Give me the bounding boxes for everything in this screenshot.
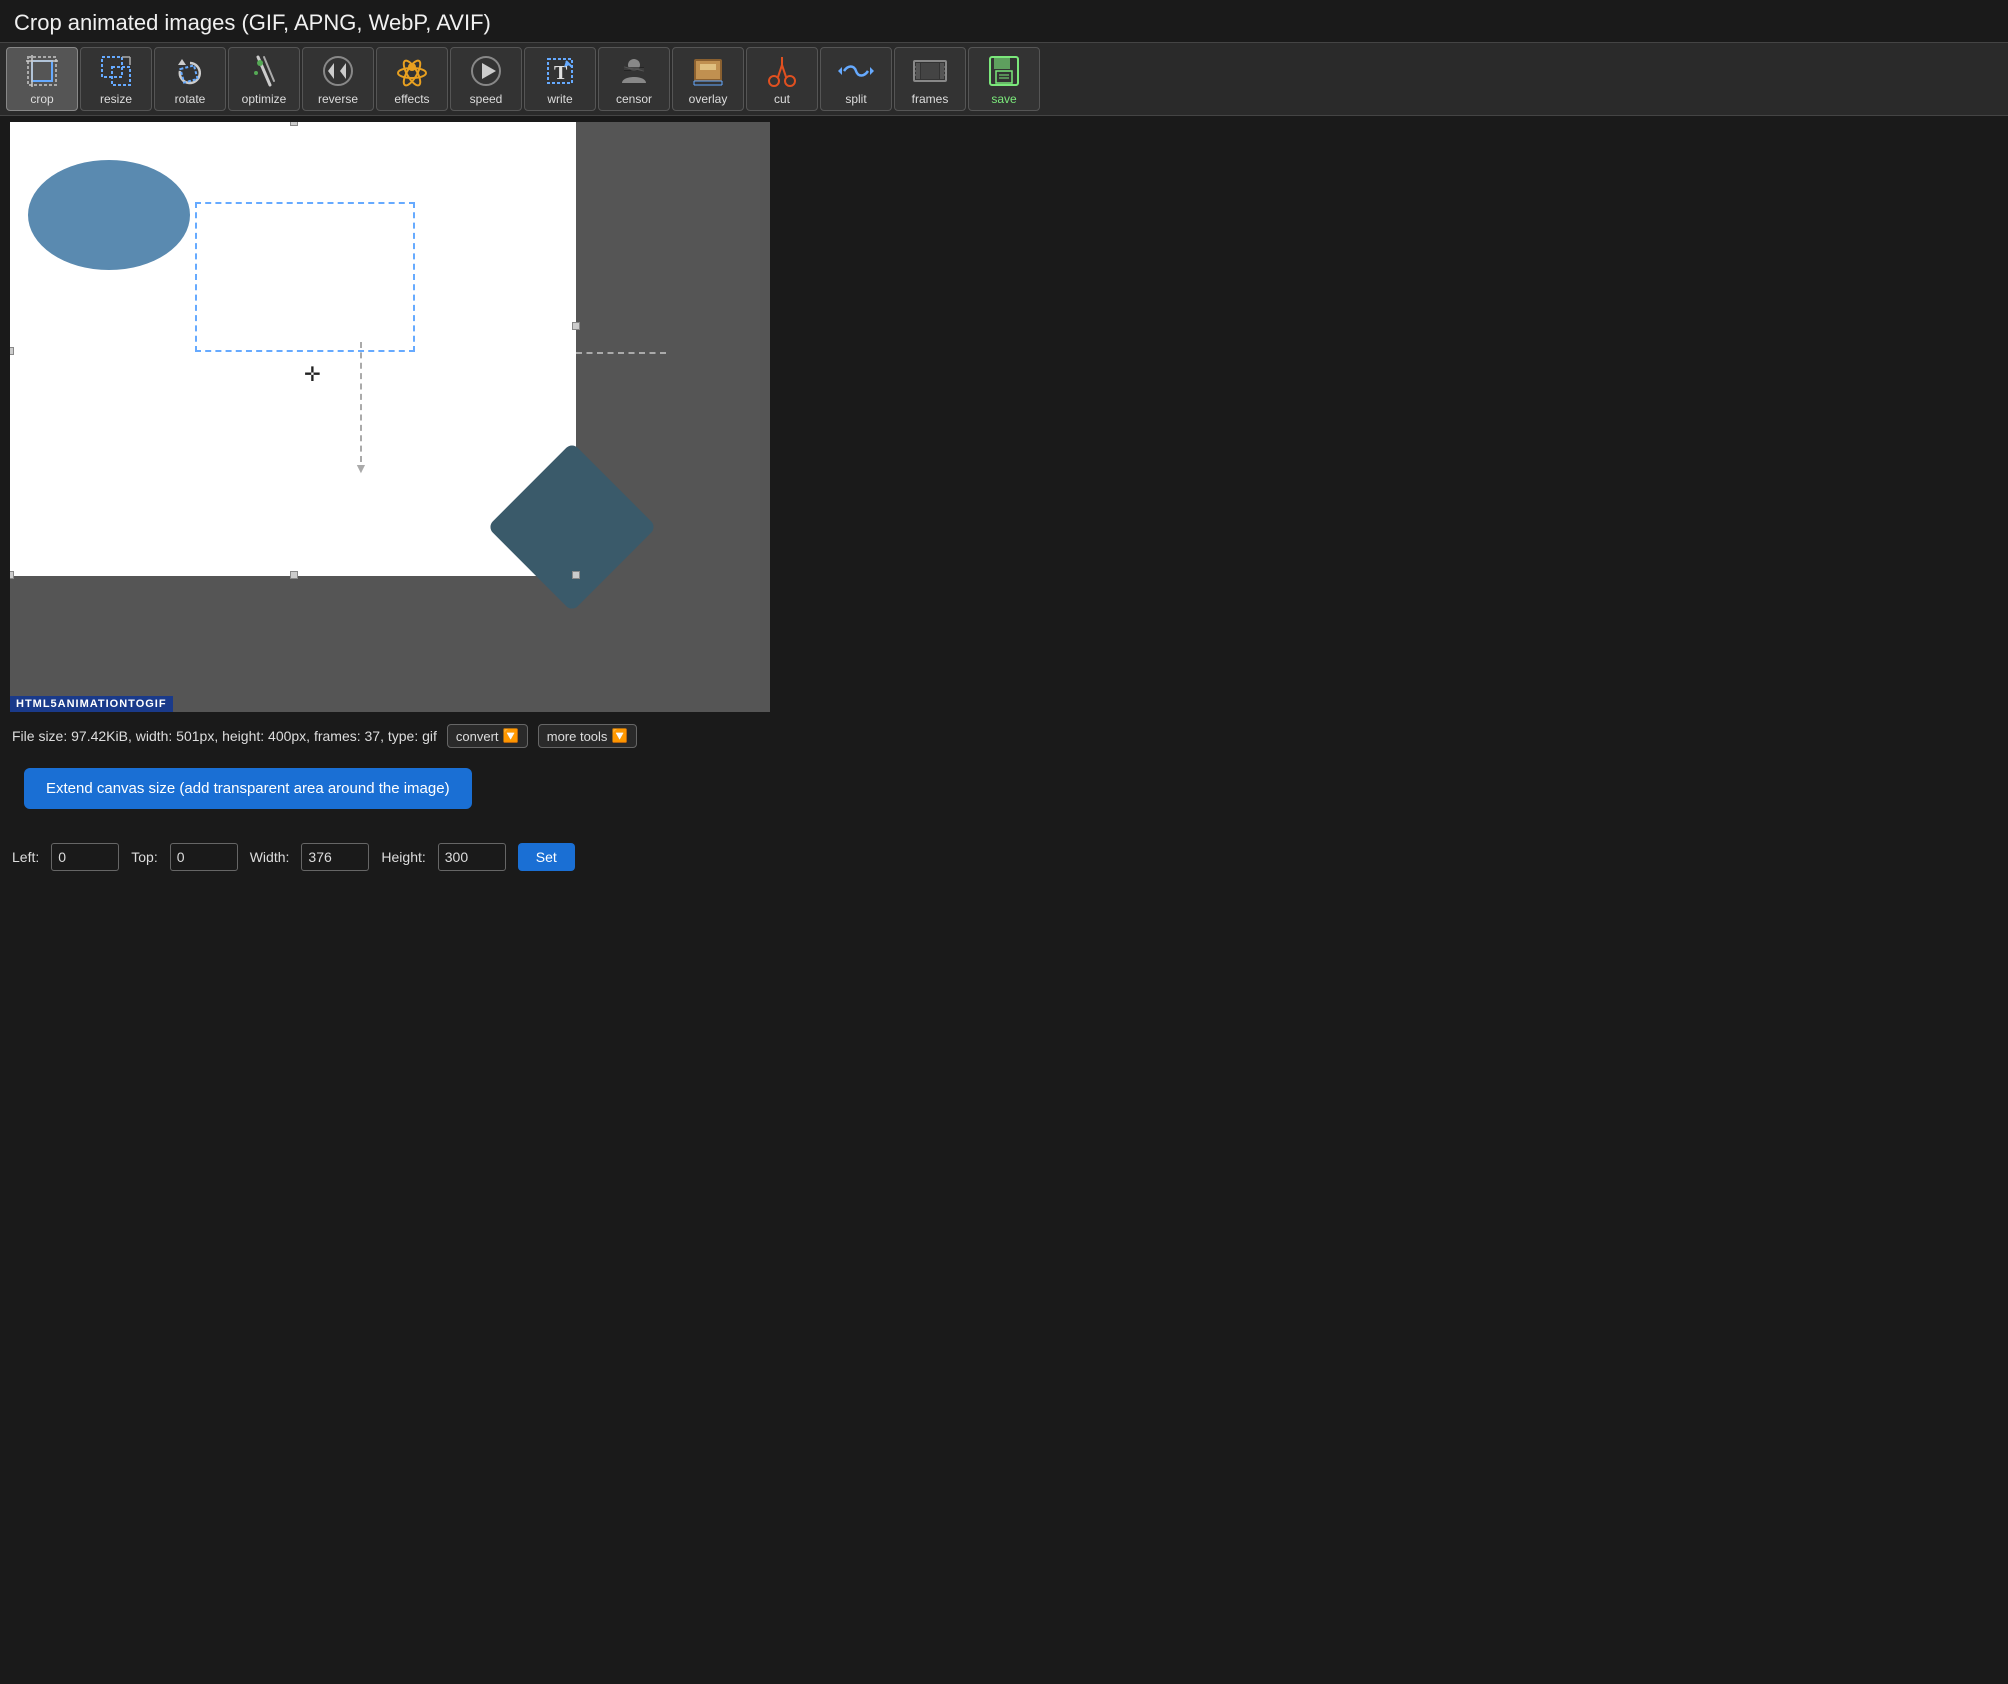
controls-row: Left: Top: Width: Height: Set bbox=[0, 829, 2008, 885]
top-label: Top: bbox=[131, 849, 157, 865]
toolbar: crop resize rotate bbox=[0, 42, 2008, 116]
tool-effects[interactable]: effects bbox=[376, 47, 448, 111]
effects-icon bbox=[392, 52, 432, 90]
convert-button[interactable]: convert 🔽 bbox=[447, 724, 528, 748]
more-tools-button[interactable]: more tools 🔽 bbox=[538, 724, 637, 748]
save-icon bbox=[984, 52, 1024, 90]
canvas-container[interactable]: ✛ ▼ HTML5ANIMATIONTOGIF bbox=[10, 122, 770, 712]
top-input[interactable] bbox=[170, 843, 238, 871]
crop-handle-left[interactable] bbox=[10, 347, 14, 355]
tool-optimize[interactable]: optimize bbox=[228, 47, 300, 111]
file-info: File size: 97.42KiB, width: 501px, heigh… bbox=[12, 728, 437, 744]
convert-label: convert bbox=[456, 729, 499, 744]
left-label: Left: bbox=[12, 849, 39, 865]
left-input[interactable] bbox=[51, 843, 119, 871]
write-icon: T bbox=[540, 52, 580, 90]
tool-write-label: write bbox=[547, 92, 572, 106]
tool-effects-label: effects bbox=[394, 92, 429, 106]
tool-rotate-label: rotate bbox=[175, 92, 206, 106]
set-button[interactable]: Set bbox=[518, 843, 575, 871]
resize-icon bbox=[96, 52, 136, 90]
tool-cut[interactable]: cut bbox=[746, 47, 818, 111]
censor-icon bbox=[614, 52, 654, 90]
tool-crop[interactable]: crop bbox=[6, 47, 78, 111]
page-title: Crop animated images (GIF, APNG, WebP, A… bbox=[0, 0, 2008, 42]
crop-right-extension bbox=[576, 352, 666, 354]
height-input[interactable] bbox=[438, 843, 506, 871]
tool-resize-label: resize bbox=[100, 92, 132, 106]
cut-icon bbox=[762, 52, 802, 90]
tool-speed-label: speed bbox=[470, 92, 503, 106]
extend-canvas-button[interactable]: Extend canvas size (add transparent area… bbox=[24, 768, 472, 809]
extend-canvas-container: Extend canvas size (add transparent area… bbox=[0, 754, 2008, 829]
tool-crop-label: crop bbox=[30, 92, 53, 106]
tool-reverse-label: reverse bbox=[318, 92, 358, 106]
convert-dropdown-icon: 🔽 bbox=[503, 728, 519, 744]
overlay-icon bbox=[688, 52, 728, 90]
tool-reverse[interactable]: reverse bbox=[302, 47, 374, 111]
height-label: Height: bbox=[381, 849, 425, 865]
tool-overlay[interactable]: overlay bbox=[672, 47, 744, 111]
crop-handle-bottom-left[interactable] bbox=[10, 571, 14, 579]
crop-handle-bottom[interactable] bbox=[290, 571, 298, 579]
tool-resize[interactable]: resize bbox=[80, 47, 152, 111]
oval-shape bbox=[28, 160, 190, 270]
tool-rotate[interactable]: rotate bbox=[154, 47, 226, 111]
more-tools-label: more tools bbox=[547, 729, 608, 744]
tool-save-label: save bbox=[991, 92, 1016, 106]
width-input[interactable] bbox=[301, 843, 369, 871]
tool-cut-label: cut bbox=[774, 92, 790, 106]
crop-handle-bottom-right[interactable] bbox=[572, 571, 580, 579]
info-bar: File size: 97.42KiB, width: 501px, heigh… bbox=[0, 718, 2008, 754]
tool-speed[interactable]: speed bbox=[450, 47, 522, 111]
tool-overlay-label: overlay bbox=[689, 92, 728, 106]
speed-icon bbox=[466, 52, 506, 90]
tool-frames[interactable]: frames bbox=[894, 47, 966, 111]
tool-censor-label: censor bbox=[616, 92, 652, 106]
crop-handle-top[interactable] bbox=[290, 122, 298, 126]
crop-handle-right[interactable] bbox=[572, 322, 580, 330]
reverse-icon bbox=[318, 52, 358, 90]
crop-icon bbox=[22, 52, 62, 90]
more-tools-dropdown-icon: 🔽 bbox=[611, 728, 627, 744]
tool-split[interactable]: split bbox=[820, 47, 892, 111]
tool-write[interactable]: T write bbox=[524, 47, 596, 111]
tool-split-label: split bbox=[845, 92, 866, 106]
frames-icon bbox=[910, 52, 950, 90]
tool-censor[interactable]: censor bbox=[598, 47, 670, 111]
width-label: Width: bbox=[250, 849, 290, 865]
optimize-icon bbox=[244, 52, 284, 90]
rotate-icon bbox=[170, 52, 210, 90]
tool-frames-label: frames bbox=[912, 92, 949, 106]
tool-optimize-label: optimize bbox=[242, 92, 287, 106]
tool-save[interactable]: save bbox=[968, 47, 1040, 111]
split-icon bbox=[836, 52, 876, 90]
gif-label: HTML5ANIMATIONTOGIF bbox=[10, 696, 173, 712]
